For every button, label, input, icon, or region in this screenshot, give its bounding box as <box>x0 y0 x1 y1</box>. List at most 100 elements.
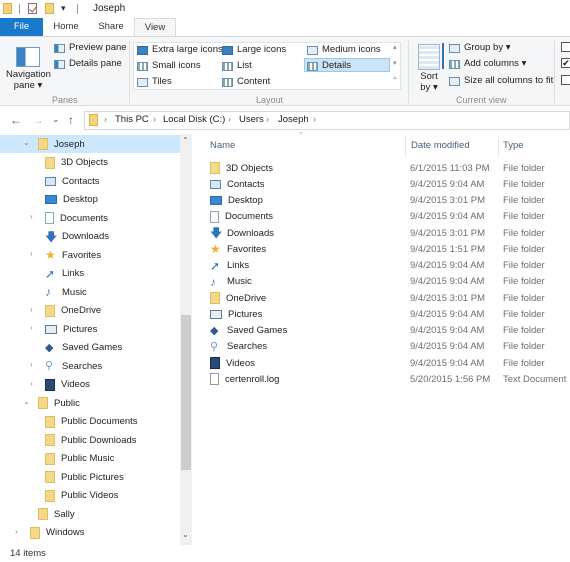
checkbox-item-checkboxes[interactable] <box>561 42 570 52</box>
expand-chevron-icon[interactable]: › <box>30 323 33 332</box>
gallery-scroll-up[interactable]: ▴ <box>393 43 397 51</box>
nav-item[interactable]: Videos <box>45 376 90 394</box>
add-columns-button[interactable]: Add columns ▾ <box>449 57 526 71</box>
nav-item[interactable]: Public Pictures <box>45 468 124 486</box>
back-button[interactable]: ← <box>10 113 22 127</box>
checkbox-hidden-items[interactable] <box>561 75 570 85</box>
layout-details[interactable]: Details <box>307 59 351 73</box>
new-folder-icon[interactable] <box>45 3 54 14</box>
breadcrumb-local-disk[interactable]: Local Disk (C:) <box>163 114 225 125</box>
nav-item[interactable]: Public <box>38 394 80 412</box>
expand-chevron-icon[interactable]: › <box>15 527 18 536</box>
breadcrumb-this-pc[interactable]: This PC <box>115 114 149 125</box>
column-header-type[interactable]: Type <box>503 140 524 151</box>
checkbox-file-extensions[interactable]: ✔ <box>561 58 570 68</box>
layout-medium-icons[interactable]: Medium icons <box>307 43 381 57</box>
sort-by-icon[interactable] <box>418 44 440 70</box>
breadcrumb-separator[interactable]: › <box>313 114 316 124</box>
file-row[interactable]: Documents 9/4/2015 9:04 AM File folder <box>210 209 570 225</box>
nav-item[interactable]: Desktop <box>45 191 98 209</box>
sort-by-button[interactable]: Sort by ▾ <box>417 71 441 93</box>
layout-content[interactable]: Content <box>222 75 270 89</box>
layout-small-icons[interactable]: Small icons <box>137 59 201 73</box>
nav-item[interactable]: 3D Objects <box>45 154 108 172</box>
file-row[interactable]: Desktop 9/4/2015 3:01 PM File folder <box>210 193 570 209</box>
expand-chevron-icon[interactable]: › <box>30 379 33 388</box>
file-row[interactable]: ◆ Saved Games 9/4/2015 9:04 AM File folder <box>210 323 570 339</box>
layout-large-icons[interactable]: Large icons <box>222 43 286 57</box>
column-header-date-modified[interactable]: Date modified <box>411 140 470 151</box>
breadcrumb-joseph[interactable]: Joseph <box>278 114 309 125</box>
file-row[interactable]: ♪ Music 9/4/2015 9:04 AM File folder <box>210 274 570 290</box>
navigation-pane-icon[interactable] <box>16 47 40 67</box>
file-row[interactable]: 3D Objects 6/1/2015 11:03 PM File folder <box>210 160 570 176</box>
nav-item[interactable]: Public Downloads <box>45 431 137 449</box>
nav-item[interactable]: Documents <box>45 209 108 227</box>
file-row[interactable]: Videos 9/4/2015 9:04 AM File folder <box>210 355 570 371</box>
address-bar[interactable] <box>84 111 570 130</box>
nav-item[interactable]: Public Videos <box>45 487 118 505</box>
group-by-button[interactable]: Group by ▾ <box>449 41 511 55</box>
file-row[interactable]: OneDrive 9/4/2015 3:01 PM File folder <box>210 290 570 306</box>
expand-chevron-icon[interactable]: › <box>30 360 33 369</box>
collapse-chevron-icon[interactable]: ⌄ <box>23 397 30 406</box>
up-button[interactable]: ↑ <box>68 113 74 127</box>
nav-scroll-up[interactable]: ⌃ <box>182 136 189 145</box>
tab-share[interactable]: Share <box>92 18 130 36</box>
expand-chevron-icon[interactable]: › <box>30 305 33 314</box>
column-header-name[interactable]: Name <box>210 140 235 151</box>
nav-item[interactable]: ⚲ Searches <box>45 357 102 375</box>
file-row[interactable]: ➚ Links 9/4/2015 9:04 AM File folder <box>210 258 570 274</box>
expand-chevron-icon[interactable]: › <box>30 212 33 221</box>
nav-item[interactable]: Windows <box>30 524 85 542</box>
nav-item[interactable]: Public Music <box>45 450 114 468</box>
small-icons-icon <box>137 61 148 71</box>
nav-item[interactable]: ➚ Links <box>45 265 84 283</box>
breadcrumb-separator[interactable]: › <box>266 114 269 124</box>
file-row[interactable]: certenroll.log 5/20/2015 1:56 PM Text Docu… <box>210 371 570 387</box>
nav-item[interactable]: Pictures <box>45 320 97 338</box>
nav-item[interactable]: ◆ Saved Games <box>45 339 122 357</box>
recent-locations-button[interactable]: ⌄ <box>52 114 60 125</box>
navigation-pane-button[interactable]: Navigation pane ▾ <box>6 69 51 91</box>
nav-item[interactable]: Sally <box>38 505 75 523</box>
breadcrumb-separator[interactable]: › <box>104 114 107 124</box>
file-date-modified: 9/4/2015 9:04 AM <box>410 178 485 190</box>
nav-item[interactable]: Contacts <box>45 172 100 190</box>
nav-scrollbar-thumb[interactable] <box>181 315 191 470</box>
size-columns-button[interactable]: Size all columns to fit <box>449 74 553 88</box>
collapse-chevron-icon[interactable]: ⌄ <box>23 138 30 147</box>
file-row[interactable]: ★ Favorites 9/4/2015 1:51 PM File folder <box>210 241 570 257</box>
column-separator[interactable] <box>498 136 499 156</box>
breadcrumb-users[interactable]: Users <box>239 114 264 125</box>
breadcrumb-separator[interactable]: › <box>228 114 231 124</box>
nav-scroll-down[interactable]: ⌄ <box>182 530 189 539</box>
gallery-scroll-down[interactable]: ▾ <box>393 59 397 67</box>
file-row[interactable]: Contacts 9/4/2015 9:04 AM File folder <box>210 176 570 192</box>
properties-icon[interactable] <box>28 3 37 14</box>
nav-item[interactable]: ★ Favorites <box>45 246 101 264</box>
column-separator[interactable] <box>405 136 406 156</box>
nav-item[interactable]: Public Documents <box>45 413 138 431</box>
details-pane-button[interactable]: Details pane <box>54 57 122 71</box>
nav-item[interactable]: OneDrive <box>45 302 101 320</box>
tab-home[interactable]: Home <box>46 18 86 36</box>
nav-item[interactable]: ♪ Music <box>45 283 87 301</box>
expand-chevron-icon[interactable]: › <box>30 249 33 258</box>
contacts-icon <box>210 179 221 189</box>
layout-tiles[interactable]: Tiles <box>137 75 172 89</box>
nav-item[interactable]: Joseph <box>38 135 85 153</box>
file-row[interactable]: 🡇 Downloads 9/4/2015 3:01 PM File folder <box>210 225 570 241</box>
forward-button[interactable]: → <box>32 113 44 127</box>
layout-list[interactable]: List <box>222 59 252 73</box>
tab-view[interactable]: View <box>134 18 176 37</box>
preview-pane-button[interactable]: Preview pane <box>54 41 127 55</box>
layout-extra-large-icons[interactable]: Extra large icons <box>137 43 223 57</box>
file-row[interactable]: ⚲ Searches 9/4/2015 9:04 AM File folder <box>210 339 570 355</box>
tab-file[interactable]: File <box>0 18 43 36</box>
nav-item[interactable]: 🡇 Downloads <box>45 228 109 246</box>
customize-toolbar-icon[interactable]: ▾ <box>61 3 66 14</box>
gallery-expand[interactable]: ⩡ <box>393 75 397 83</box>
file-row[interactable]: Pictures 9/4/2015 9:04 AM File folder <box>210 306 570 322</box>
breadcrumb-separator[interactable]: › <box>153 114 156 124</box>
